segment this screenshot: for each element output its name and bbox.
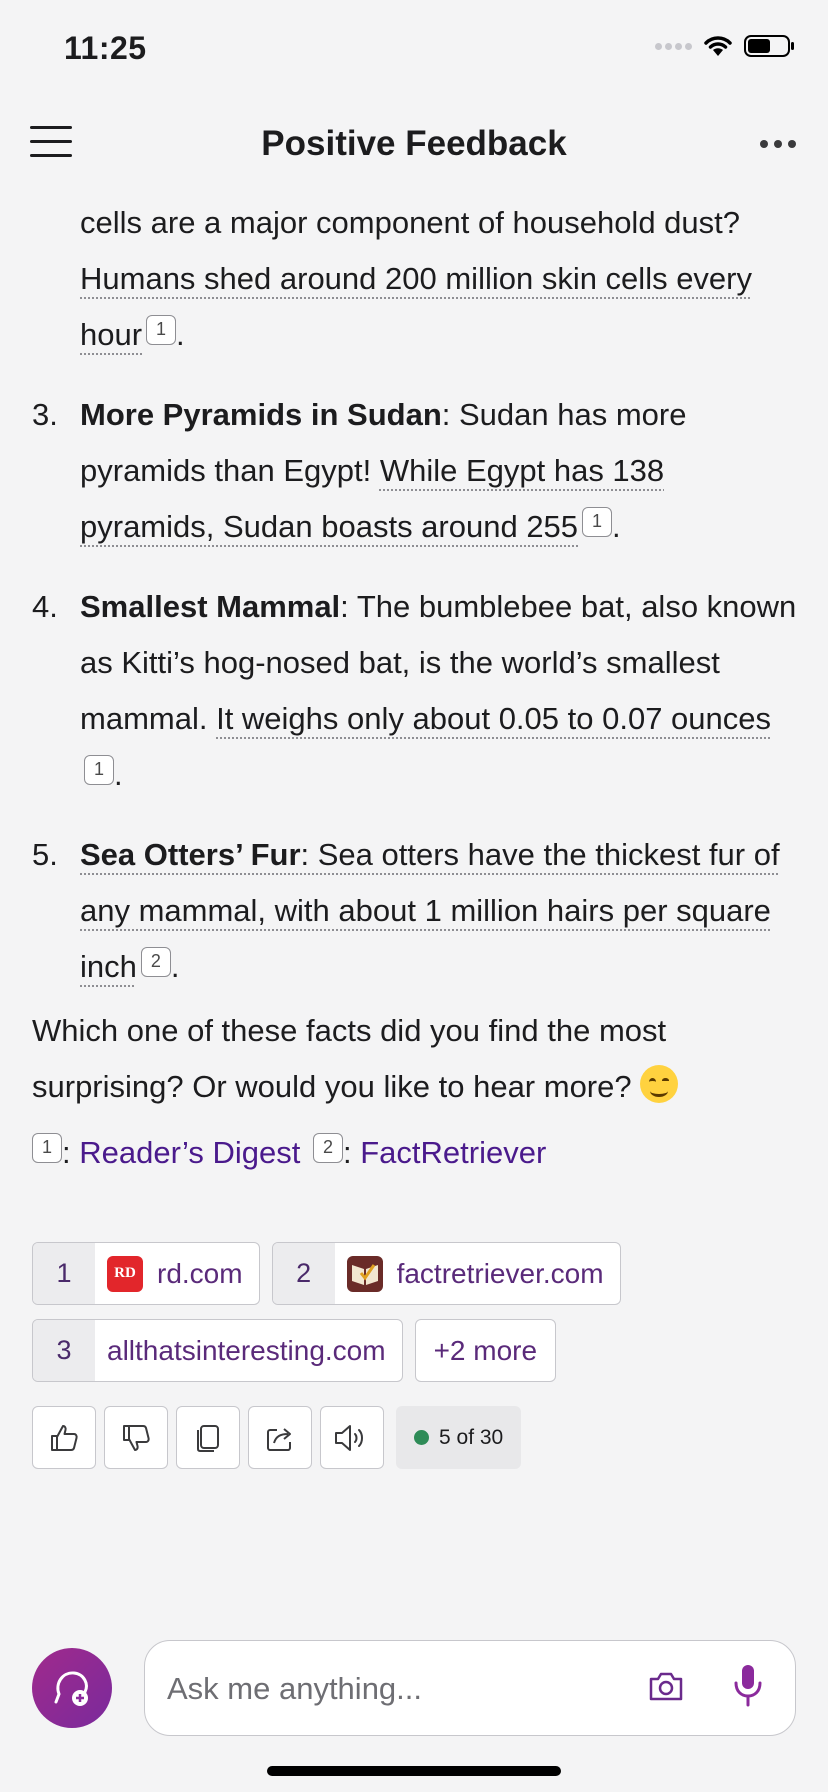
battery-icon — [744, 35, 794, 57]
list-item: 4. Smallest Mammal: The bumblebee bat, a… — [32, 579, 798, 803]
reference-chips: 1 RD rd.com 2 factretriever.com 3 alltha… — [32, 1242, 798, 1396]
fact-text: cells are a major component of household… — [80, 205, 741, 240]
home-indicator — [267, 1766, 561, 1776]
closing-question: Which one of these facts did you find th… — [32, 1003, 798, 1115]
status-bar: 11:25 — [0, 0, 828, 100]
factretriever-favicon-icon — [346, 1255, 383, 1292]
reference-number: 3 — [33, 1320, 95, 1381]
closing-text: Which one of these facts did you find th… — [32, 1013, 667, 1104]
smiling-emoji-icon — [640, 1065, 679, 1103]
camera-icon — [649, 1672, 683, 1701]
status-icons — [655, 34, 796, 58]
copy-button[interactable] — [176, 1406, 240, 1469]
more-references-label: +2 more — [433, 1334, 538, 1366]
wifi-icon — [704, 36, 732, 56]
cited-text[interactable]: It weighs only about 0.05 to 0.07 ounces — [216, 701, 771, 736]
chat-input[interactable] — [167, 1665, 637, 1713]
list-number: 4. — [32, 589, 58, 624]
share-icon — [267, 1427, 291, 1451]
source-list: 1: Reader’s Digest 2: FactRetriever — [32, 1125, 798, 1181]
thumbs-down-icon — [123, 1424, 150, 1451]
cited-text[interactable]: Humans shed around 200 million skin cell… — [80, 261, 752, 352]
source-link-factretriever[interactable]: FactRetriever — [360, 1135, 546, 1170]
reference-chip-allthatsinteresting[interactable]: 3 allthatsinteresting.com — [32, 1319, 403, 1382]
turn-counter-label: 5 of 30 — [439, 1425, 504, 1449]
reference-domain: factretriever.com — [396, 1257, 604, 1289]
reference-domain: rd.com — [157, 1257, 243, 1289]
new-topic-button[interactable] — [32, 1648, 112, 1728]
reference-domain: allthatsinteresting.com — [107, 1334, 386, 1366]
cellular-signal-icon — [655, 42, 692, 50]
assistant-message: cells are a major component of household… — [32, 195, 798, 1181]
fact-heading: Smallest Mammal — [80, 589, 341, 624]
new-chat-icon — [54, 1671, 88, 1706]
status-time: 11:25 — [64, 30, 147, 66]
status-dot-icon — [414, 1430, 429, 1445]
list-number: 5. — [32, 837, 58, 872]
rd-favicon-icon: RD — [107, 1255, 143, 1292]
copy-icon — [197, 1424, 219, 1452]
speaker-icon — [335, 1424, 363, 1451]
page-title: Positive Feedback — [261, 124, 567, 163]
fact-heading[interactable]: Sea Otters’ Fur — [80, 837, 301, 872]
microphone-button[interactable] — [731, 1663, 765, 1714]
reference-chip-factretriever[interactable]: 2 factretriever.com — [271, 1242, 621, 1305]
source-link-readers-digest[interactable]: Reader’s Digest — [79, 1135, 300, 1170]
citation-badge[interactable]: 1 — [582, 507, 613, 537]
citation-badge: 1 — [32, 1133, 62, 1163]
thumbs-up-button[interactable] — [32, 1406, 96, 1469]
thumbs-down-button[interactable] — [104, 1406, 168, 1469]
app-header: Positive Feedback — [0, 110, 828, 182]
turn-counter: 5 of 30 — [396, 1406, 522, 1469]
fact-2-continuation: cells are a major component of household… — [80, 205, 752, 352]
list-number: 3. — [32, 397, 58, 432]
fact-heading: More Pyramids in Sudan — [80, 397, 442, 432]
list-item: 3. More Pyramids in Sudan: Sudan has mor… — [32, 387, 798, 555]
reference-number: 2 — [272, 1243, 335, 1304]
message-composer — [144, 1640, 796, 1736]
more-options-icon[interactable] — [760, 140, 796, 148]
thumbs-up-icon — [51, 1424, 78, 1451]
citation-badge[interactable]: 2 — [140, 947, 171, 977]
read-aloud-button[interactable] — [320, 1406, 384, 1469]
reference-number: 1 — [33, 1243, 95, 1304]
citation-badge[interactable]: 1 — [84, 755, 114, 785]
citation-badge: 2 — [313, 1133, 343, 1163]
citation-badge[interactable]: 1 — [146, 315, 177, 345]
list-item: 5. Sea Otters’ Fur: Sea otters have the … — [32, 827, 798, 995]
message-actions: 5 of 30 — [32, 1406, 522, 1469]
camera-button[interactable] — [647, 1669, 685, 1710]
more-references-button[interactable]: +2 more — [414, 1319, 557, 1382]
microphone-icon — [734, 1665, 762, 1707]
share-button[interactable] — [248, 1406, 312, 1469]
reference-chip-rd[interactable]: 1 RD rd.com — [32, 1242, 260, 1305]
